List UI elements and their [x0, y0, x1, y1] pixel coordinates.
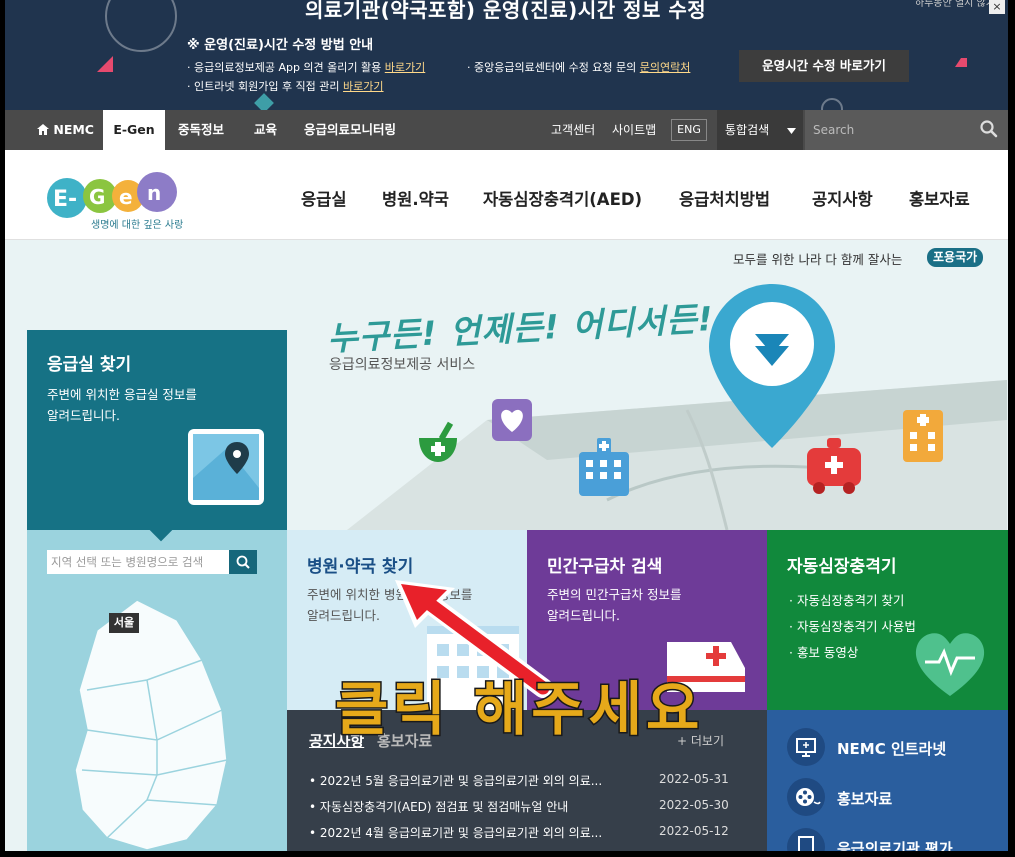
banner-line-center: · 중앙응급의료센터에 수정 요청 문의 문의연락처 — [467, 61, 691, 74]
search-box — [805, 110, 1008, 150]
egen-logo[interactable]: E- G e n 생명에 대한 깊은 사랑 — [45, 166, 185, 231]
hero-area: 누구든! 언제든! 어디서든! 응급의료정보제공 서비스 — [287, 270, 1008, 530]
notice-date: 2022-05-31 — [659, 772, 729, 786]
tile-er-finder[interactable]: 응급실 찾기 주변에 위치한 응급실 정보를 알려드립니다. — [27, 330, 287, 530]
aed-link-list: · 자동심장충격기 찾기 · 자동심장충격기 사용법 · 홍보 동영상 — [789, 588, 916, 666]
gnb-aed[interactable]: 자동심장충격기(AED) — [483, 186, 642, 210]
hero-subtitle: 응급의료정보제공 서비스 — [329, 357, 476, 373]
banner-link-app[interactable]: 바로가기 — [385, 61, 425, 74]
ambulance-icon — [803, 434, 865, 500]
gnb-notice[interactable]: 공지사항 — [812, 186, 873, 210]
site-header: E- G e n 생명에 대한 깊은 사랑 응급실 병원.약국 자동심장충격기(… — [5, 150, 1008, 240]
quick-link-intranet[interactable]: NEMC 인트라넷 — [787, 728, 1007, 768]
quick-links: NEMC 인트라넷 홍보자료 응급의료기관 평가 — [767, 710, 1008, 851]
map-pin-icon — [187, 428, 267, 512]
notice-date: 2022-05-12 — [659, 824, 729, 838]
location-pin-icon — [707, 282, 837, 454]
gnb-promotion[interactable]: 홍보자료 — [909, 186, 970, 210]
nav-monitoring[interactable]: 응급의료모니터링 — [304, 110, 396, 150]
notice-row[interactable]: • 2022년 4월 응급의료기관 및 응급의료기관 외의 의료... 2022… — [309, 824, 739, 846]
nav-poison-info[interactable]: 중독정보 — [178, 110, 224, 150]
banner-line-intranet: · 인트라넷 회원가입 후 직접 관리 바로가기 — [187, 80, 384, 93]
aed-link-find[interactable]: · 자동심장충격기 찾기 — [789, 588, 916, 614]
decor-ring — [105, 0, 177, 52]
tile-er-desc: 주변에 위치한 응급실 정보를 알려드립니다. — [47, 387, 197, 423]
banner-link-contact[interactable]: 문의연락처 — [640, 61, 691, 74]
seoul-label[interactable]: 서울 — [109, 613, 139, 633]
browser-page: 의료기관(약국포함) 운영(진료)시간 정보 수정 ※ 운영(진료)시간 수정 … — [5, 0, 1008, 851]
nav-egen[interactable]: E-Gen — [103, 110, 165, 150]
heart-pulse-icon — [913, 628, 987, 702]
decor-ring — [821, 98, 843, 110]
gnb-first-aid[interactable]: 응급처치방법 — [679, 186, 770, 210]
chevron-down-icon — [787, 110, 796, 150]
svg-text:G: G — [89, 185, 105, 209]
tile-er-title: 응급실 찾기 — [47, 355, 132, 375]
tile-pointer — [149, 530, 173, 542]
search-icon[interactable] — [980, 120, 1000, 140]
quick-label-intranet: NEMC 인트라넷 — [837, 740, 947, 758]
notice-row[interactable]: • 자동심장충격기(AED) 점검표 및 점검매뉴얼 안내 2022-05-30 — [309, 798, 739, 820]
quick-link-evaluation[interactable]: 응급의료기관 평가 — [787, 828, 1007, 851]
banner-link-intranet[interactable]: 바로가기 — [343, 80, 383, 93]
gnb-hospital[interactable]: 병원.약국 — [382, 186, 449, 210]
svg-text:n: n — [147, 181, 161, 205]
quick-label-evaluation: 응급의료기관 평가 — [837, 840, 953, 851]
banner-title: 의료기관(약국포함) 운영(진료)시간 정보 수정 — [305, 0, 707, 22]
korea-map-illustration[interactable] — [27, 590, 287, 850]
region-search-button[interactable] — [229, 550, 257, 574]
notice-row[interactable]: • 2022년 5월 응급의료기관 및 응급의료기관 외의 의료... 2022… — [309, 772, 739, 794]
notice-title: • 2022년 5월 응급의료기관 및 응급의료기관 외의 의료... — [309, 774, 603, 788]
edit-hours-button[interactable]: 운영시간 수정 바로가기 — [739, 50, 909, 82]
decor-triangle — [97, 56, 113, 72]
banner-close-button[interactable]: × — [989, 0, 1005, 14]
tile-ambulance-desc: 주변의 민간구급차 정보를 알려드립니다. — [547, 587, 682, 623]
search-input[interactable] — [813, 120, 973, 140]
decor-diamond — [254, 93, 274, 110]
tagline-text: 모두를 위한 나라 다 함께 잘사는 — [733, 252, 903, 267]
heart-card-icon — [491, 398, 533, 446]
eng-button[interactable]: ENG — [671, 119, 707, 141]
util-customer-center[interactable]: 고객센터 — [551, 110, 595, 150]
tile-aed-title: 자동심장충격기 — [787, 557, 897, 577]
home-icon — [37, 111, 49, 151]
quick-label-promotion: 홍보자료 — [837, 790, 893, 808]
notice-title: • 2022년 4월 응급의료기관 및 응급의료기관 외의 의료... — [309, 826, 603, 840]
notice-banner: 의료기관(약국포함) 운영(진료)시간 정보 수정 ※ 운영(진료)시간 수정 … — [5, 0, 1008, 110]
office-building-icon — [901, 408, 945, 468]
hide-today-link[interactable]: 하루동안 열지 않기 — [915, 0, 995, 9]
tile-ambulance-title: 민간구급차 검색 — [547, 557, 663, 577]
aed-link-howto[interactable]: · 자동심장충격기 사용법 — [789, 614, 916, 640]
svg-text:e: e — [119, 185, 133, 209]
document-icon — [787, 828, 825, 851]
hospital-building-icon — [573, 438, 635, 500]
pharmacy-icon — [415, 420, 461, 470]
quick-link-promotion[interactable]: 홍보자료 — [787, 778, 1007, 818]
tile-aed[interactable]: 자동심장충격기 · 자동심장충격기 찾기 · 자동심장충격기 사용법 · 홍보 … — [767, 530, 1008, 710]
annotation-caption: 클릭 해주세요 — [333, 674, 704, 745]
top-nav: NEMC E-Gen 중독정보 교육 응급의료모니터링 고객센터 사이트맵 EN… — [5, 110, 1008, 150]
notice-date: 2022-05-30 — [659, 798, 729, 812]
notice-title: • 자동심장충격기(AED) 점검표 및 점검매뉴얼 안내 — [309, 800, 569, 814]
logo-tagline: 생명에 대한 깊은 사랑 — [91, 220, 184, 231]
tagline-badge: 포용국가 — [927, 248, 984, 267]
banner-line-app: · 응급의료정보제공 App 의견 올리기 활용 바로가기 — [187, 61, 426, 74]
util-sitemap[interactable]: 사이트맵 — [612, 110, 656, 150]
svg-text:E-: E- — [53, 187, 77, 212]
gnb-er[interactable]: 응급실 — [301, 186, 347, 210]
banner-subtitle: ※ 운영(진료)시간 수정 방법 안내 — [187, 38, 374, 53]
nav-education[interactable]: 교육 — [254, 110, 277, 150]
decor-triangle — [955, 58, 967, 67]
monitor-icon — [787, 728, 825, 766]
film-reel-icon — [787, 778, 825, 816]
region-search-input[interactable] — [47, 550, 229, 574]
search-scope-select[interactable]: 통합검색 — [717, 110, 803, 150]
aed-link-video[interactable]: · 홍보 동영상 — [789, 640, 916, 666]
tile-region-map: 서울 — [27, 530, 287, 851]
nav-home[interactable]: NEMC — [37, 110, 94, 150]
